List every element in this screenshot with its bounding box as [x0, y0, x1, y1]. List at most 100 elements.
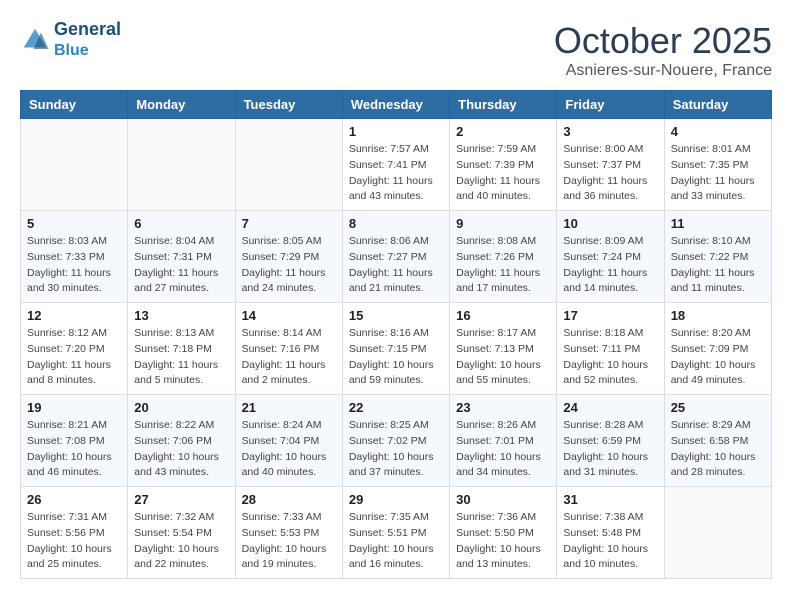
table-row: 15 Sunrise: 8:16 AMSunset: 7:15 PMDayligh… [342, 303, 449, 395]
day-detail: Sunrise: 8:20 AMSunset: 7:09 PMDaylight:… [671, 326, 765, 389]
calendar-week-4: 19 Sunrise: 8:21 AMSunset: 7:08 PMDayligh… [21, 395, 772, 487]
day-detail: Sunrise: 7:35 AMSunset: 5:51 PMDaylight:… [349, 510, 443, 573]
day-detail: Sunrise: 8:17 AMSunset: 7:13 PMDaylight:… [456, 326, 550, 389]
calendar-week-3: 12 Sunrise: 8:12 AMSunset: 7:20 PMDayligh… [21, 303, 772, 395]
day-number: 23 [456, 400, 550, 415]
day-number: 31 [563, 492, 657, 507]
day-detail: Sunrise: 8:22 AMSunset: 7:06 PMDaylight:… [134, 418, 228, 481]
table-row: 27 Sunrise: 7:32 AMSunset: 5:54 PMDayligh… [128, 487, 235, 579]
day-number: 3 [563, 124, 657, 139]
day-detail: Sunrise: 7:57 AMSunset: 7:41 PMDaylight:… [349, 142, 443, 205]
table-row: 18 Sunrise: 8:20 AMSunset: 7:09 PMDayligh… [664, 303, 771, 395]
col-thursday: Thursday [450, 91, 557, 119]
day-number: 4 [671, 124, 765, 139]
table-row: 4Sunrise: 8:01 AMSunset: 7:35 PMDaylight… [664, 119, 771, 211]
table-row: 11 Sunrise: 8:10 AMSunset: 7:22 PMDayligh… [664, 211, 771, 303]
day-number: 19 [27, 400, 121, 415]
col-wednesday: Wednesday [342, 91, 449, 119]
day-detail: Sunrise: 8:06 AMSunset: 7:27 PMDaylight:… [349, 234, 443, 297]
table-row: 13 Sunrise: 8:13 AMSunset: 7:18 PMDayligh… [128, 303, 235, 395]
day-number: 27 [134, 492, 228, 507]
day-number: 28 [242, 492, 336, 507]
day-number: 17 [563, 308, 657, 323]
day-number: 13 [134, 308, 228, 323]
table-row: 20 Sunrise: 8:22 AMSunset: 7:06 PMDayligh… [128, 395, 235, 487]
day-number: 11 [671, 216, 765, 231]
table-row: 19 Sunrise: 8:21 AMSunset: 7:08 PMDayligh… [21, 395, 128, 487]
table-row: 31 Sunrise: 7:38 AMSunset: 5:48 PMDayligh… [557, 487, 664, 579]
day-detail: Sunrise: 8:18 AMSunset: 7:11 PMDaylight:… [563, 326, 657, 389]
day-number: 12 [27, 308, 121, 323]
table-row: 25 Sunrise: 8:29 AMSunset: 6:58 PMDayligh… [664, 395, 771, 487]
table-row: 6Sunrise: 8:04 AMSunset: 7:31 PMDaylight… [128, 211, 235, 303]
day-detail: Sunrise: 8:05 AMSunset: 7:29 PMDaylight:… [242, 234, 336, 297]
day-detail: Sunrise: 7:32 AMSunset: 5:54 PMDaylight:… [134, 510, 228, 573]
title-area: October 2025 Asnieres-sur-Nouere, France [554, 20, 772, 80]
day-number: 26 [27, 492, 121, 507]
day-detail: Sunrise: 7:38 AMSunset: 5:48 PMDaylight:… [563, 510, 657, 573]
table-row: 17 Sunrise: 8:18 AMSunset: 7:11 PMDayligh… [557, 303, 664, 395]
table-row: 12 Sunrise: 8:12 AMSunset: 7:20 PMDayligh… [21, 303, 128, 395]
logo-line1: General [54, 20, 121, 40]
table-row: 26 Sunrise: 7:31 AMSunset: 5:56 PMDayligh… [21, 487, 128, 579]
table-row [664, 487, 771, 579]
month-title: October 2025 [554, 20, 772, 62]
table-row: 22 Sunrise: 8:25 AMSunset: 7:02 PMDayligh… [342, 395, 449, 487]
day-number: 1 [349, 124, 443, 139]
day-number: 29 [349, 492, 443, 507]
col-monday: Monday [128, 91, 235, 119]
table-row: 7 Sunrise: 8:05 AMSunset: 7:29 PMDaylight… [235, 211, 342, 303]
day-number: 9 [456, 216, 550, 231]
logo-line2: Blue [54, 42, 89, 59]
day-number: 30 [456, 492, 550, 507]
location-subtitle: Asnieres-sur-Nouere, France [554, 62, 772, 80]
table-row: 5 Sunrise: 8:03 AMSunset: 7:33 PMDaylight… [21, 211, 128, 303]
table-row: 30 Sunrise: 7:36 AMSunset: 5:50 PMDayligh… [450, 487, 557, 579]
table-row: 23 Sunrise: 8:26 AMSunset: 7:01 PMDayligh… [450, 395, 557, 487]
day-detail: Sunrise: 8:16 AMSunset: 7:15 PMDaylight:… [349, 326, 443, 389]
table-row: 16Sunrise: 8:17 AMSunset: 7:13 PMDayligh… [450, 303, 557, 395]
day-detail: Sunrise: 7:31 AMSunset: 5:56 PMDaylight:… [27, 510, 121, 573]
table-row: 24Sunrise: 8:28 AMSunset: 6:59 PMDayligh… [557, 395, 664, 487]
day-detail: Sunrise: 8:24 AMSunset: 7:04 PMDaylight:… [242, 418, 336, 481]
col-friday: Friday [557, 91, 664, 119]
day-number: 7 [242, 216, 336, 231]
day-detail: Sunrise: 8:10 AMSunset: 7:22 PMDaylight:… [671, 234, 765, 297]
day-number: 5 [27, 216, 121, 231]
day-detail: Sunrise: 8:25 AMSunset: 7:02 PMDaylight:… [349, 418, 443, 481]
day-detail: Sunrise: 7:36 AMSunset: 5:50 PMDaylight:… [456, 510, 550, 573]
day-detail: Sunrise: 8:21 AMSunset: 7:08 PMDaylight:… [27, 418, 121, 481]
table-row: 2 Sunrise: 7:59 AMSunset: 7:39 PMDaylight… [450, 119, 557, 211]
col-saturday: Saturday [664, 91, 771, 119]
day-detail: Sunrise: 8:29 AMSunset: 6:58 PMDaylight:… [671, 418, 765, 481]
table-row: 9Sunrise: 8:08 AMSunset: 7:26 PMDaylight… [450, 211, 557, 303]
day-detail: Sunrise: 8:28 AMSunset: 6:59 PMDaylight:… [563, 418, 657, 481]
day-number: 25 [671, 400, 765, 415]
day-number: 18 [671, 308, 765, 323]
day-number: 15 [349, 308, 443, 323]
day-detail: Sunrise: 7:59 AMSunset: 7:39 PMDaylight:… [456, 142, 550, 205]
day-detail: Sunrise: 8:03 AMSunset: 7:33 PMDaylight:… [27, 234, 121, 297]
calendar-table: Sunday Monday Tuesday Wednesday Thursday… [20, 90, 772, 579]
table-row: 10Sunrise: 8:09 AMSunset: 7:24 PMDayligh… [557, 211, 664, 303]
table-row: 29 Sunrise: 7:35 AMSunset: 5:51 PMDayligh… [342, 487, 449, 579]
calendar-week-2: 5 Sunrise: 8:03 AMSunset: 7:33 PMDaylight… [21, 211, 772, 303]
table-row: 21Sunrise: 8:24 AMSunset: 7:04 PMDayligh… [235, 395, 342, 487]
day-detail: Sunrise: 8:26 AMSunset: 7:01 PMDaylight:… [456, 418, 550, 481]
table-row: 1 Sunrise: 7:57 AMSunset: 7:41 PMDaylight… [342, 119, 449, 211]
day-detail: Sunrise: 8:13 AMSunset: 7:18 PMDaylight:… [134, 326, 228, 389]
day-number: 6 [134, 216, 228, 231]
day-detail: Sunrise: 8:14 AMSunset: 7:16 PMDaylight:… [242, 326, 336, 389]
calendar-header-row: Sunday Monday Tuesday Wednesday Thursday… [21, 91, 772, 119]
day-number: 2 [456, 124, 550, 139]
table-row [21, 119, 128, 211]
day-number: 8 [349, 216, 443, 231]
day-number: 22 [349, 400, 443, 415]
table-row [128, 119, 235, 211]
day-detail: Sunrise: 8:12 AMSunset: 7:20 PMDaylight:… [27, 326, 121, 389]
day-number: 20 [134, 400, 228, 415]
logo-icon [20, 25, 50, 55]
table-row: 8 Sunrise: 8:06 AMSunset: 7:27 PMDaylight… [342, 211, 449, 303]
logo: General Blue [20, 20, 121, 60]
page-header: General Blue October 2025 Asnieres-sur-N… [20, 20, 772, 80]
